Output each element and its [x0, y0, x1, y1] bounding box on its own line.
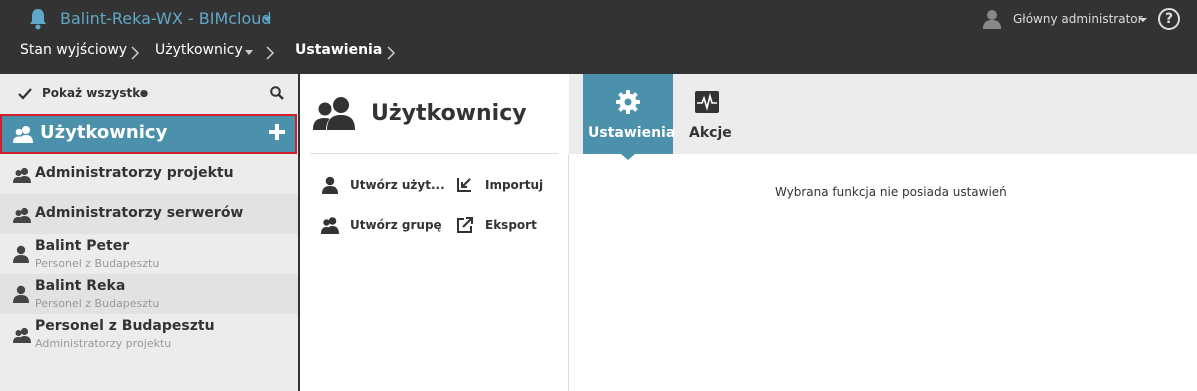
breadcrumb-home[interactable]: Stan wyjściowy	[20, 42, 127, 58]
sidebar-item-balint-reka[interactable]: Balint Reka Personel z Budapesztu	[0, 274, 298, 314]
tab-actions-label[interactable]: Akcje	[689, 125, 732, 141]
sidebar-item-label[interactable]: Administratorzy projektu	[35, 165, 234, 181]
sidebar-item-budapest-staff[interactable]: Personel z Budapesztu Administratorzy pr…	[0, 314, 298, 354]
breadcrumb-users[interactable]: Użytkownicy	[155, 42, 243, 58]
chevron-right-icon	[131, 46, 140, 60]
users-section-header[interactable]: Użytkownicy	[0, 114, 297, 154]
group-icon	[13, 327, 31, 343]
show-all-filter[interactable]: Pokaż wszystko	[0, 74, 298, 114]
user-icon	[322, 176, 338, 194]
sidebar-item-sublabel: Personel z Budapesztu	[35, 257, 160, 270]
chevron-down-icon[interactable]	[1139, 18, 1147, 22]
export-button[interactable]: Eksport	[455, 215, 545, 235]
import-icon	[457, 178, 471, 192]
users-panel: Użytkownicy Utwórz użyt... Importuj Utwó…	[300, 74, 568, 391]
sidebar-item-server-admins[interactable]: Administratorzy serwerów	[0, 194, 298, 234]
sidebar-item-sublabel: Administratorzy projektu	[35, 337, 172, 350]
tab-actions[interactable]: Akcje	[681, 74, 741, 154]
tabs-bar: Ustawienia Akcje	[569, 74, 1197, 160]
gear-icon	[616, 90, 640, 114]
chevron-right-icon	[266, 46, 275, 60]
no-settings-message: Wybrana funkcja nie posiada ustawień	[775, 185, 1007, 199]
group-icon	[321, 217, 339, 234]
user-icon	[13, 245, 29, 263]
divider	[310, 153, 558, 154]
check-icon	[18, 88, 32, 100]
sidebar-item-project-admins[interactable]: Administratorzy projektu	[0, 154, 298, 194]
group-icon	[13, 207, 31, 223]
users-icon	[13, 126, 33, 143]
create-user-button[interactable]: Utwórz użyt...	[320, 175, 445, 195]
user-icon	[13, 285, 29, 303]
panel-title: Użytkownicy	[371, 101, 527, 126]
sidebar-item-label[interactable]: Balint Reka	[35, 278, 125, 294]
app-row: Balint-Reka-WX - BIMcloud Główny adminis…	[0, 0, 1197, 38]
activity-icon	[695, 91, 719, 113]
users-section-title[interactable]: Użytkownicy	[40, 122, 167, 143]
chevron-down-icon[interactable]	[245, 50, 253, 55]
create-group-label[interactable]: Utwórz grupę	[350, 218, 442, 232]
sidebar-item-sublabel: Personel z Budapesztu	[35, 297, 160, 310]
active-tab-pointer	[621, 154, 635, 160]
import-button[interactable]: Importuj	[455, 175, 545, 195]
chevron-down-icon[interactable]	[141, 92, 147, 96]
create-user-label[interactable]: Utwórz użyt...	[350, 178, 445, 192]
breadcrumb-settings[interactable]: Ustawienia	[295, 42, 382, 58]
sidebar-item-label[interactable]: Administratorzy serwerów	[35, 205, 243, 221]
sidebar-item-label[interactable]: Balint Peter	[35, 238, 129, 254]
app-title[interactable]: Balint-Reka-WX - BIMcloud	[60, 9, 272, 28]
sidebar-item-label[interactable]: Personel z Budapesztu	[35, 318, 215, 334]
top-bar: Balint-Reka-WX - BIMcloud Główny adminis…	[0, 0, 1197, 74]
export-icon	[457, 217, 473, 233]
chevron-right-icon	[387, 46, 396, 60]
help-icon[interactable]: ?	[1158, 8, 1180, 30]
import-label[interactable]: Importuj	[485, 178, 543, 192]
export-label[interactable]: Eksport	[485, 218, 537, 232]
user-icon[interactable]	[983, 9, 1001, 29]
group-icon	[13, 167, 31, 183]
user-menu-label[interactable]: Główny administrator	[1013, 12, 1143, 26]
breadcrumb: Stan wyjściowy Użytkownicy Ustawienia	[0, 38, 1197, 74]
chevron-down-icon[interactable]	[263, 17, 271, 22]
sidebar: Pokaż wszystko Użytkownicy Administrator…	[0, 74, 298, 391]
create-group-button[interactable]: Utwórz grupę	[320, 215, 442, 235]
search-icon[interactable]	[270, 86, 284, 100]
panel-divider	[568, 154, 569, 391]
plus-icon[interactable]	[268, 123, 286, 141]
sidebar-item-balint-peter[interactable]: Balint Peter Personel z Budapesztu	[0, 234, 298, 274]
users-icon	[313, 97, 355, 130]
tab-settings-label[interactable]: Ustawienia	[588, 125, 675, 141]
show-all-label[interactable]: Pokaż wszystko	[42, 86, 148, 100]
tab-settings[interactable]: Ustawienia	[583, 74, 675, 160]
bell-icon[interactable]	[28, 8, 48, 30]
